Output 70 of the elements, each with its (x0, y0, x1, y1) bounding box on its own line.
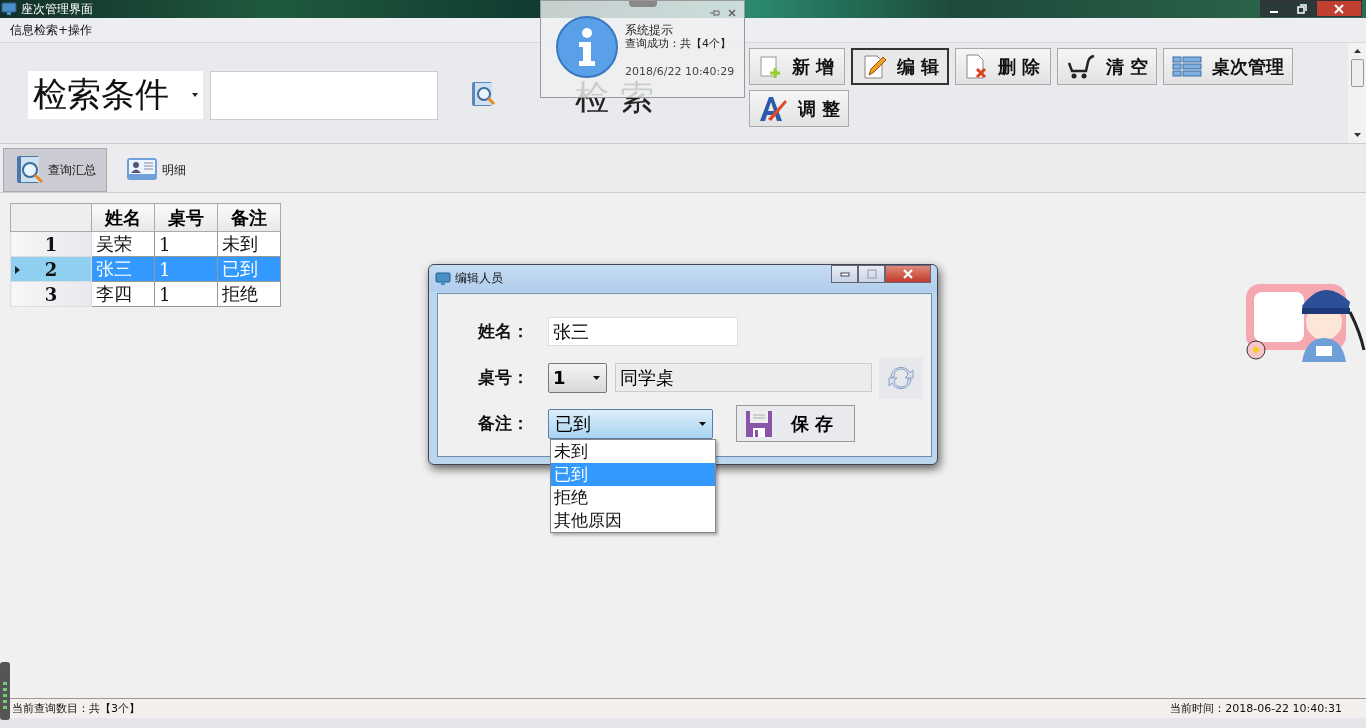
toolbar-button[interactable]: 清 空 (1057, 48, 1158, 85)
search-icon (16, 155, 44, 185)
caret-icon (699, 421, 706, 426)
remark-dropdown[interactable]: 已到 (548, 408, 713, 439)
minimize-icon (839, 271, 850, 277)
menu-item[interactable]: 信息检索+操作 (10, 21, 93, 39)
pin-icon[interactable] (710, 9, 720, 17)
document-plus-icon (757, 54, 782, 79)
row-header[interactable]: 2 (10, 256, 92, 282)
notification-time: 2018/6/22 10:40:29 (625, 65, 735, 79)
toolbar-button[interactable]: 删 除 (955, 48, 1052, 85)
info-icon (555, 15, 619, 79)
scrollbar[interactable] (1348, 43, 1366, 143)
dialog-title: 编辑人员 (455, 270, 503, 287)
table-name-field: 同学桌 (615, 363, 872, 392)
close-icon[interactable] (728, 9, 736, 17)
restore-button[interactable] (1288, 0, 1316, 17)
row-header[interactable]: 3 (10, 281, 92, 307)
notification-title: 系统提示 (625, 23, 674, 37)
cart-icon (1066, 53, 1097, 80)
restore-icon (1297, 3, 1307, 14)
condition-dropdown[interactable]: 检索条件 (28, 71, 203, 119)
dropdown-option[interactable]: 其他原因 (551, 509, 715, 532)
minimize-button[interactable] (1260, 0, 1288, 17)
popup-handle[interactable] (629, 1, 657, 7)
window-title: 座次管理界面 (21, 0, 93, 18)
name-label: 姓名： (478, 320, 530, 343)
column-header[interactable]: 姓名 (91, 203, 155, 232)
name-field[interactable]: 张三 (548, 317, 738, 346)
close-icon (903, 269, 913, 279)
toolbar-button[interactable]: 桌次管理 (1163, 48, 1294, 85)
document-cross-icon (964, 53, 989, 80)
column-header[interactable]: 桌号 (154, 203, 218, 232)
search-icon[interactable] (470, 80, 498, 108)
down-arrow-icon[interactable] (1353, 133, 1361, 137)
contact-card-icon (126, 157, 158, 183)
caret-icon (593, 375, 600, 380)
close-button[interactable] (885, 265, 931, 283)
tab[interactable]: 明细 (113, 148, 197, 192)
tab[interactable]: 查询汇总 (3, 148, 107, 192)
letter-brush-icon (757, 94, 788, 123)
monitor-icon (435, 270, 451, 287)
maximize-button[interactable] (858, 265, 885, 283)
scroll-thumb[interactable] (1350, 59, 1364, 87)
maximize-icon (866, 269, 877, 279)
caret-icon (192, 93, 198, 97)
row-header[interactable]: 1 (10, 231, 92, 257)
search-field[interactable] (210, 71, 438, 120)
table-label: 桌号： (478, 366, 530, 389)
column-header[interactable]: 备注 (217, 203, 281, 232)
status-text: 当前查询数目：共【3个】 (12, 701, 140, 716)
dropdown-option[interactable]: 拒绝 (551, 486, 715, 509)
monitor-icon (1, 1, 17, 17)
table-dropdown[interactable]: 1 (548, 362, 607, 393)
minimize-icon (1270, 10, 1278, 13)
close-icon (1334, 3, 1344, 14)
status-time: 当前时间：2018-06-22 10:40:31 (1170, 701, 1342, 716)
up-arrow-icon[interactable] (1353, 49, 1361, 53)
toolbar-button[interactable]: 新 增 (748, 48, 845, 85)
grid-icon (1172, 54, 1203, 79)
save-button[interactable]: 保 存 (736, 405, 855, 442)
close-button[interactable] (1316, 0, 1362, 17)
row-pointer-icon (15, 266, 20, 274)
dropdown-option[interactable]: 未到 (551, 440, 715, 463)
level-meter-icon (0, 662, 10, 720)
toolbar-button[interactable]: 编 辑 (850, 48, 950, 85)
remark-label: 备注： (478, 412, 530, 435)
notification-message: 查询成功：共【4个】 (625, 37, 732, 51)
search-label: 检 索 (575, 76, 654, 119)
toolbar-button[interactable]: 调 整 (748, 90, 850, 127)
